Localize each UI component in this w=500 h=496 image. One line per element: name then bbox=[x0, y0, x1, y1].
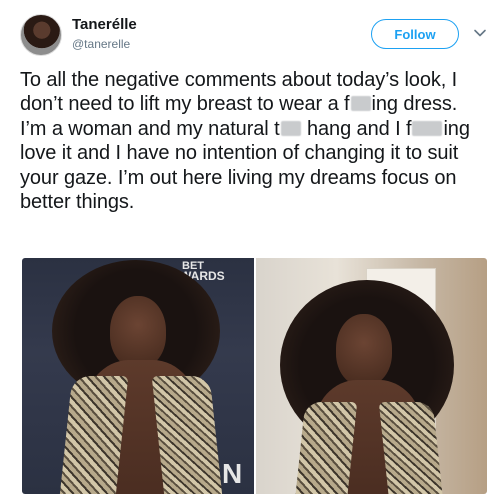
dress-right bbox=[151, 376, 223, 494]
face bbox=[336, 314, 392, 386]
chevron-down-icon[interactable] bbox=[472, 25, 488, 41]
dress-left bbox=[294, 402, 358, 494]
tweet-card: Tanerélle @tanerelle Follow To all the n… bbox=[0, 0, 500, 496]
face bbox=[110, 296, 166, 368]
avatar[interactable] bbox=[20, 14, 62, 56]
photo-left[interactable]: BET WARDS N bbox=[22, 258, 254, 494]
chevron-down-icon-shape bbox=[474, 29, 486, 37]
follow-button[interactable]: Follow bbox=[371, 19, 459, 49]
photo-right[interactable] bbox=[256, 258, 487, 494]
author-info: Tanerélle @tanerelle bbox=[72, 16, 137, 52]
censor-block bbox=[350, 96, 371, 112]
tweet-text-part-3: hang and I f bbox=[301, 117, 412, 140]
censor-block bbox=[412, 120, 443, 136]
censor-block bbox=[280, 120, 301, 136]
tweet-media: BET WARDS N bbox=[22, 258, 487, 494]
dress-right bbox=[378, 402, 444, 494]
user-handle[interactable]: @tanerelle bbox=[72, 36, 137, 52]
backdrop-text: N bbox=[222, 458, 243, 489]
tweet-text: To all the negative comments about today… bbox=[20, 68, 488, 214]
tweet-header: Tanerélle @tanerelle Follow bbox=[20, 14, 490, 58]
display-name[interactable]: Tanerélle bbox=[72, 16, 137, 34]
